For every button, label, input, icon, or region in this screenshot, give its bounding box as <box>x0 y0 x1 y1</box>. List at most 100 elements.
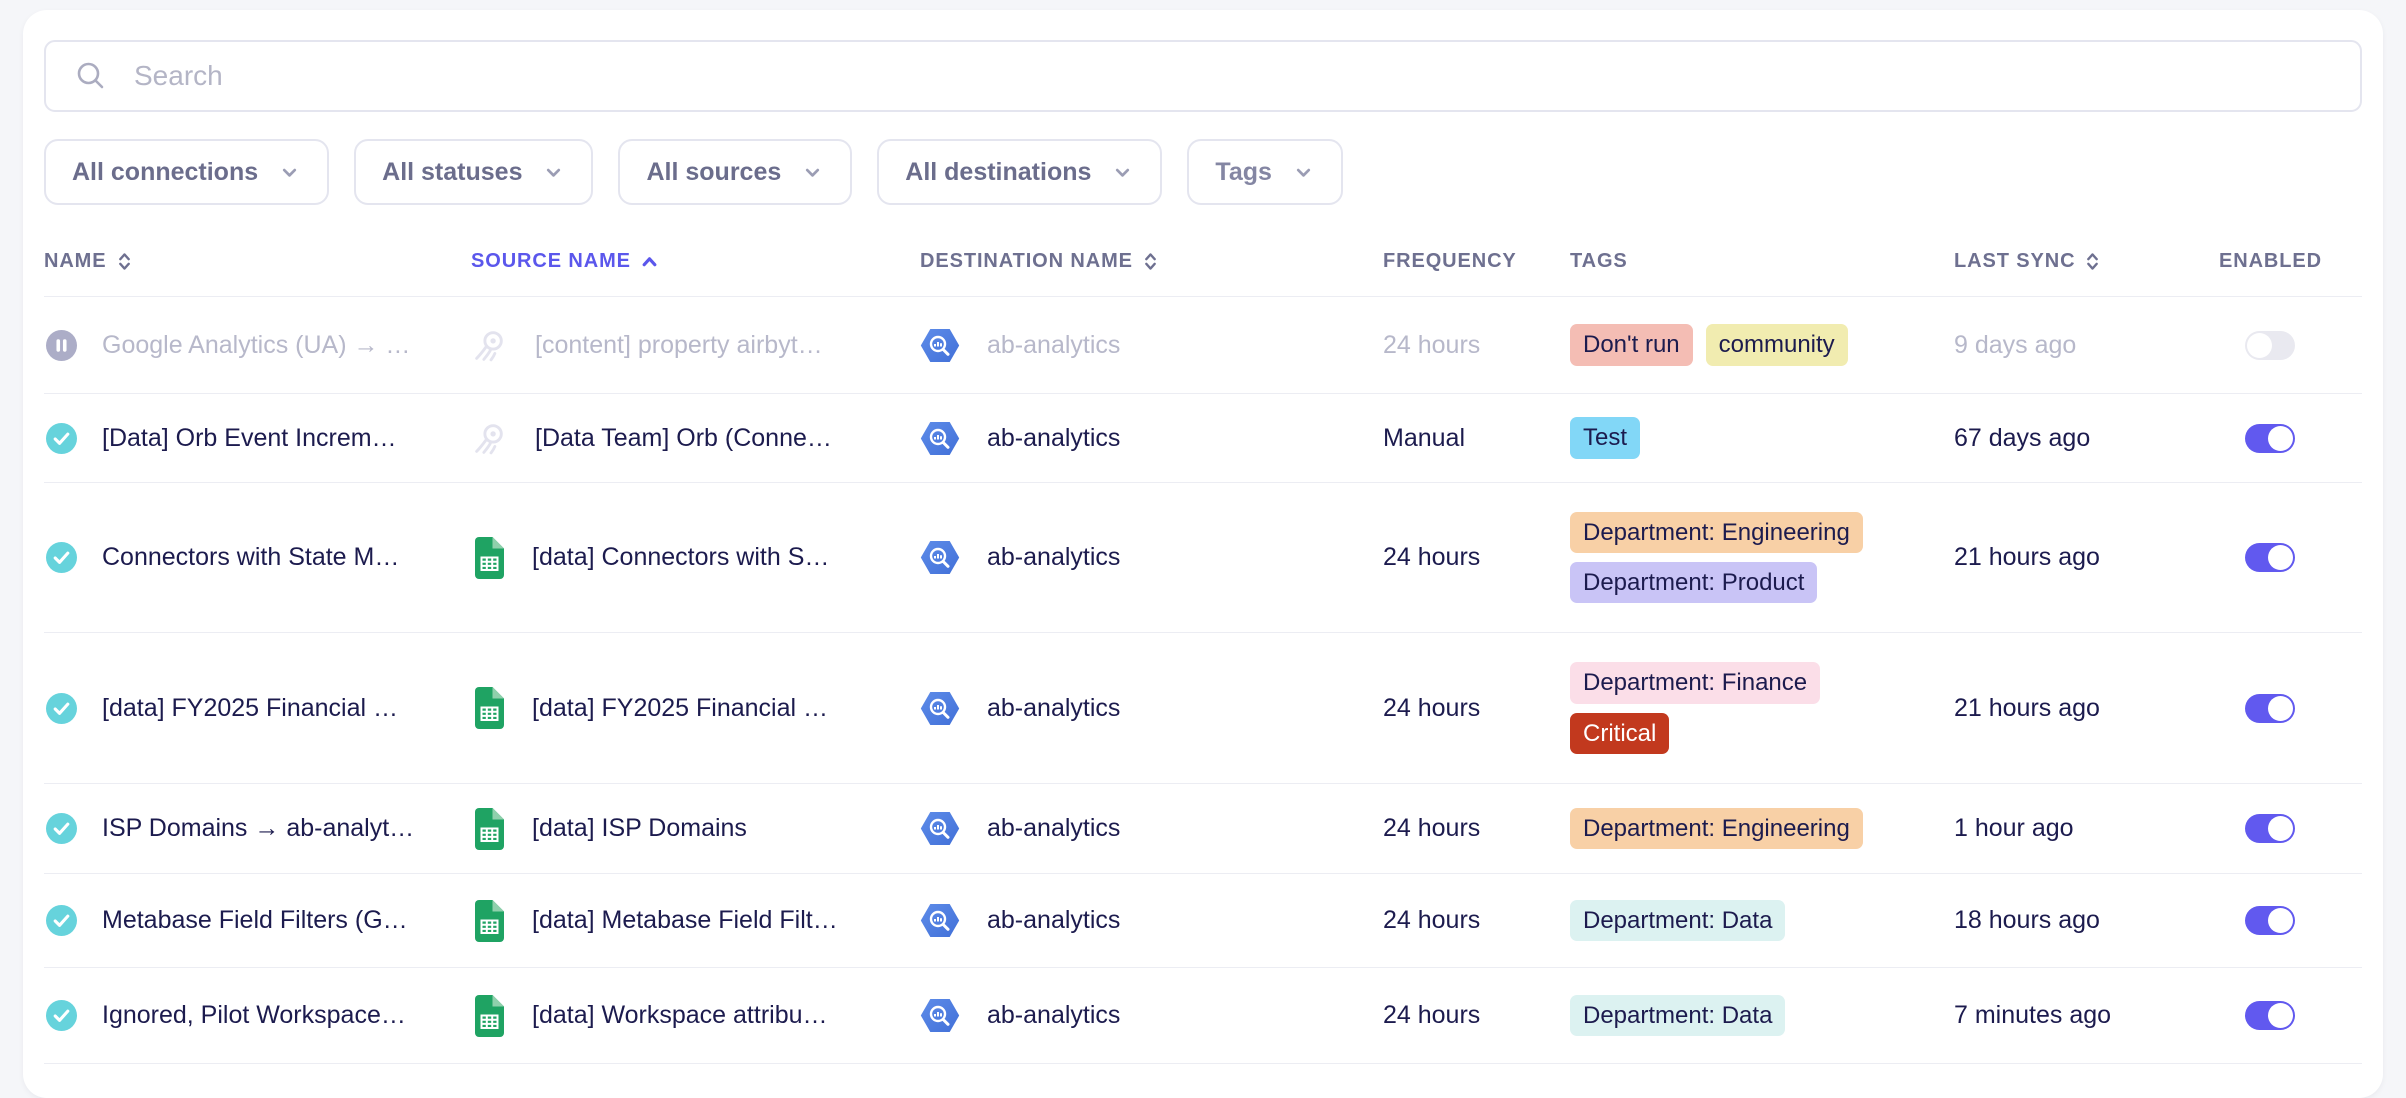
tag-badge: Department: Product <box>1570 562 1817 603</box>
column-header-last-sync[interactable]: LAST SYNC <box>1954 250 2201 273</box>
status-active-icon <box>46 905 77 936</box>
column-header-source-name[interactable]: SOURCE NAME <box>471 250 920 273</box>
status-active-icon <box>46 542 77 573</box>
column-header-destination-name[interactable]: DESTINATION NAME <box>920 250 1383 273</box>
table-row[interactable]: [Data] Orb Event Increm… [Data Team] Orb… <box>44 394 2362 483</box>
toggle-knob <box>2268 908 2293 933</box>
google-sheets-icon <box>471 899 505 943</box>
source-name: [data] ISP Domains <box>532 814 747 843</box>
enabled-toggle[interactable] <box>2245 906 2295 935</box>
bigquery-icon <box>920 691 960 726</box>
connection-name[interactable]: [Data] Orb Event Increm… <box>102 424 397 453</box>
toggle-knob <box>2268 426 2293 451</box>
source-connector-icon <box>471 327 508 364</box>
frequency-value: 24 hours <box>1383 694 1480 723</box>
search-icon <box>74 59 108 93</box>
table-row[interactable]: ISP Domains → ab-analyt… [data] ISP Doma… <box>44 784 2362 874</box>
source-connector-icon <box>471 420 508 457</box>
toggle-knob <box>2268 545 2293 570</box>
table-row[interactable]: Connectors with State M… [data] Connecto… <box>44 483 2362 633</box>
chevron-down-icon <box>278 161 301 184</box>
bigquery-icon <box>920 540 960 575</box>
destination-name: ab-analytics <box>987 331 1120 360</box>
enabled-toggle[interactable] <box>2245 1001 2295 1030</box>
frequency-value: 24 hours <box>1383 331 1480 360</box>
tag-badge: Department: Finance <box>1570 662 1820 703</box>
bigquery-icon <box>920 811 960 846</box>
frequency-value: 24 hours <box>1383 1001 1480 1030</box>
toggle-knob <box>2268 696 2293 721</box>
filter-bar: All connections All statuses All sources… <box>44 139 2362 205</box>
column-header-name[interactable]: NAME <box>44 250 471 273</box>
last-sync-value: 7 minutes ago <box>1954 1001 2111 1030</box>
bigquery-icon <box>920 903 960 938</box>
destination-name: ab-analytics <box>987 1001 1120 1030</box>
table-row[interactable]: Google Analytics (UA) → … [content] prop… <box>44 297 2362 394</box>
chevron-down-icon <box>542 161 565 184</box>
last-sync-value: 9 days ago <box>1954 331 2076 360</box>
filter-destinations-dropdown[interactable]: All destinations <box>877 139 1162 205</box>
sort-icon <box>1143 250 1158 273</box>
status-active-icon <box>46 813 77 844</box>
source-name: [data] Connectors with S… <box>532 543 829 572</box>
bigquery-icon <box>920 998 960 1033</box>
tag-badge: Department: Engineering <box>1570 512 1863 553</box>
enabled-toggle[interactable] <box>2245 543 2295 572</box>
connection-name[interactable]: Connectors with State M… <box>102 543 399 572</box>
filter-tags-label: Tags <box>1215 158 1272 187</box>
chevron-down-icon <box>1292 161 1315 184</box>
sort-icon <box>117 250 132 273</box>
chevron-down-icon <box>1111 161 1134 184</box>
enabled-toggle[interactable] <box>2245 424 2295 453</box>
last-sync-value: 21 hours ago <box>1954 543 2100 572</box>
destination-name: ab-analytics <box>987 694 1120 723</box>
column-header-enabled: ENABLED <box>2201 250 2362 273</box>
frequency-value: 24 hours <box>1383 543 1480 572</box>
enabled-toggle[interactable] <box>2245 694 2295 723</box>
connections-panel: Search All connections All statuses All … <box>23 10 2383 1098</box>
source-name: [Data Team] Orb (Conne… <box>535 424 832 453</box>
google-sheets-icon <box>471 807 505 851</box>
filter-sources-label: All sources <box>646 158 781 187</box>
tag-badge: Department: Data <box>1570 995 1785 1036</box>
connections-table: NAME SOURCE NAME DESTINATION NAME FREQUE… <box>44 227 2362 1064</box>
enabled-toggle[interactable] <box>2245 814 2295 843</box>
column-header-frequency: FREQUENCY <box>1383 250 1570 273</box>
filter-destinations-label: All destinations <box>905 158 1091 187</box>
frequency-value: Manual <box>1383 424 1465 453</box>
connection-name[interactable]: ISP Domains → ab-analyt… <box>102 814 414 843</box>
destination-name: ab-analytics <box>987 814 1120 843</box>
table-header-row: NAME SOURCE NAME DESTINATION NAME FREQUE… <box>44 227 2362 297</box>
table-row[interactable]: [data] FY2025 Financial … [data] FY2025 … <box>44 633 2362 784</box>
last-sync-value: 18 hours ago <box>1954 906 2100 935</box>
destination-name: ab-analytics <box>987 424 1120 453</box>
search-placeholder: Search <box>134 60 223 92</box>
toggle-knob <box>2268 816 2293 841</box>
search-input[interactable]: Search <box>44 40 2362 112</box>
sort-ascending-icon <box>641 255 658 268</box>
connection-name[interactable]: [data] FY2025 Financial … <box>102 694 398 723</box>
enabled-toggle[interactable] <box>2245 331 2295 360</box>
filter-sources-dropdown[interactable]: All sources <box>618 139 852 205</box>
source-name: [content] property airbyt… <box>535 331 823 360</box>
tag-badge: Test <box>1570 417 1640 458</box>
bigquery-icon <box>920 421 960 456</box>
status-paused-icon <box>46 330 77 361</box>
connection-name[interactable]: Google Analytics (UA) → … <box>102 331 410 360</box>
connection-name[interactable]: Ignored, Pilot Workspace… <box>102 1001 406 1030</box>
destination-name: ab-analytics <box>987 906 1120 935</box>
table-row[interactable]: Metabase Field Filters (G… [data] Metaba… <box>44 874 2362 968</box>
table-row[interactable]: Ignored, Pilot Workspace… [data] Workspa… <box>44 968 2362 1064</box>
last-sync-value: 67 days ago <box>1954 424 2090 453</box>
source-name: [data] Metabase Field Filt… <box>532 906 838 935</box>
sort-icon <box>2085 250 2100 273</box>
google-sheets-icon <box>471 536 505 580</box>
filter-tags-dropdown[interactable]: Tags <box>1187 139 1343 205</box>
chevron-down-icon <box>801 161 824 184</box>
filter-statuses-dropdown[interactable]: All statuses <box>354 139 593 205</box>
tag-badge: Critical <box>1570 713 1669 754</box>
connection-name[interactable]: Metabase Field Filters (G… <box>102 906 408 935</box>
filter-connections-dropdown[interactable]: All connections <box>44 139 329 205</box>
toggle-knob <box>2268 1003 2293 1028</box>
status-active-icon <box>46 1000 77 1031</box>
